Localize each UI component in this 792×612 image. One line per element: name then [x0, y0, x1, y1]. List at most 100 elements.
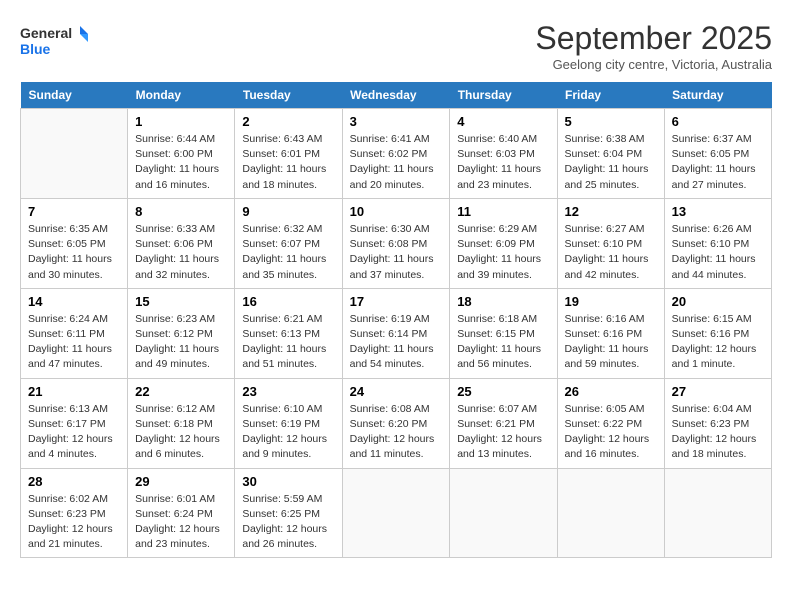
calendar-cell: 11 Sunrise: 6:29 AMSunset: 6:09 PMDayligh… [450, 198, 557, 288]
day-number: 2 [242, 114, 334, 129]
calendar-cell: 29 Sunrise: 6:01 AMSunset: 6:24 PMDayligh… [128, 468, 235, 558]
calendar-cell: 4 Sunrise: 6:40 AMSunset: 6:03 PMDaylight… [450, 109, 557, 199]
calendar-cell: 22 Sunrise: 6:12 AMSunset: 6:18 PMDayligh… [128, 378, 235, 468]
day-number: 11 [457, 204, 549, 219]
day-detail: Sunrise: 6:19 AMSunset: 6:14 PMDaylight:… [350, 312, 443, 373]
calendar-cell: 25 Sunrise: 6:07 AMSunset: 6:21 PMDayligh… [450, 378, 557, 468]
calendar-cell: 9 Sunrise: 6:32 AMSunset: 6:07 PMDaylight… [235, 198, 342, 288]
calendar-cell [450, 468, 557, 558]
month-title: September 2025 [535, 20, 772, 57]
day-number: 12 [565, 204, 657, 219]
calendar-cell: 12Sunrise: 6:27 AMSunset: 6:10 PMDayligh… [557, 198, 664, 288]
header-tuesday: Tuesday [235, 82, 342, 109]
calendar-cell [21, 109, 128, 199]
day-detail: Sunrise: 6:35 AMSunset: 6:05 PMDaylight:… [28, 222, 120, 283]
day-number: 5 [565, 114, 657, 129]
calendar-cell: 18 Sunrise: 6:18 AMSunset: 6:15 PMDayligh… [450, 288, 557, 378]
day-number: 10 [350, 204, 443, 219]
calendar-week-5: 28Sunrise: 6:02 AMSunset: 6:23 PMDayligh… [21, 468, 772, 558]
calendar-cell: 2 Sunrise: 6:43 AMSunset: 6:01 PMDaylight… [235, 109, 342, 199]
calendar-cell: 27Sunrise: 6:04 AMSunset: 6:23 PMDayligh… [664, 378, 771, 468]
day-detail: Sunrise: 5:59 AMSunset: 6:25 PMDaylight:… [242, 492, 334, 553]
day-number: 18 [457, 294, 549, 309]
header-friday: Friday [557, 82, 664, 109]
day-number: 17 [350, 294, 443, 309]
calendar-cell: 28Sunrise: 6:02 AMSunset: 6:23 PMDayligh… [21, 468, 128, 558]
calendar-cell: 15Sunrise: 6:23 AMSunset: 6:12 PMDayligh… [128, 288, 235, 378]
calendar-cell: 23 Sunrise: 6:10 AMSunset: 6:19 PMDayligh… [235, 378, 342, 468]
day-number: 7 [28, 204, 120, 219]
header-saturday: Saturday [664, 82, 771, 109]
day-number: 26 [565, 384, 657, 399]
day-detail: Sunrise: 6:23 AMSunset: 6:12 PMDaylight:… [135, 312, 227, 373]
day-detail: Sunrise: 6:12 AMSunset: 6:18 PMDaylight:… [135, 402, 227, 463]
day-detail: Sunrise: 6:38 AMSunset: 6:04 PMDaylight:… [565, 132, 657, 193]
calendar-cell: 19Sunrise: 6:16 AMSunset: 6:16 PMDayligh… [557, 288, 664, 378]
day-detail: Sunrise: 6:15 AMSunset: 6:16 PMDaylight:… [672, 312, 764, 373]
title-block: September 2025 Geelong city centre, Vict… [535, 20, 772, 72]
calendar-week-2: 7 Sunrise: 6:35 AMSunset: 6:05 PMDaylight… [21, 198, 772, 288]
day-number: 23 [242, 384, 334, 399]
day-number: 1 [135, 114, 227, 129]
day-number: 20 [672, 294, 764, 309]
page-header: General Blue September 2025 Geelong city… [20, 20, 772, 72]
day-detail: Sunrise: 6:44 AMSunset: 6:00 PMDaylight:… [135, 132, 227, 193]
day-detail: Sunrise: 6:24 AMSunset: 6:11 PMDaylight:… [28, 312, 120, 373]
calendar-cell [342, 468, 450, 558]
day-detail: Sunrise: 6:41 AMSunset: 6:02 PMDaylight:… [350, 132, 443, 193]
logo-icon: General Blue [20, 20, 90, 64]
day-number: 29 [135, 474, 227, 489]
day-number: 8 [135, 204, 227, 219]
day-detail: Sunrise: 6:02 AMSunset: 6:23 PMDaylight:… [28, 492, 120, 553]
calendar-cell: 24Sunrise: 6:08 AMSunset: 6:20 PMDayligh… [342, 378, 450, 468]
day-number: 27 [672, 384, 764, 399]
svg-text:General: General [20, 25, 72, 41]
day-number: 25 [457, 384, 549, 399]
location-subtitle: Geelong city centre, Victoria, Australia [535, 57, 772, 72]
day-number: 9 [242, 204, 334, 219]
calendar-cell: 8 Sunrise: 6:33 AMSunset: 6:06 PMDaylight… [128, 198, 235, 288]
day-number: 22 [135, 384, 227, 399]
day-number: 21 [28, 384, 120, 399]
header-thursday: Thursday [450, 82, 557, 109]
day-number: 24 [350, 384, 443, 399]
day-detail: Sunrise: 6:05 AMSunset: 6:22 PMDaylight:… [565, 402, 657, 463]
calendar-cell: 21 Sunrise: 6:13 AMSunset: 6:17 PMDayligh… [21, 378, 128, 468]
calendar-cell [664, 468, 771, 558]
header-sunday: Sunday [21, 82, 128, 109]
calendar-table: SundayMondayTuesdayWednesdayThursdayFrid… [20, 82, 772, 558]
day-number: 13 [672, 204, 764, 219]
day-number: 4 [457, 114, 549, 129]
calendar-week-4: 21 Sunrise: 6:13 AMSunset: 6:17 PMDayligh… [21, 378, 772, 468]
calendar-cell: 13Sunrise: 6:26 AMSunset: 6:10 PMDayligh… [664, 198, 771, 288]
day-detail: Sunrise: 6:21 AMSunset: 6:13 PMDaylight:… [242, 312, 334, 373]
calendar-cell: 14 Sunrise: 6:24 AMSunset: 6:11 PMDayligh… [21, 288, 128, 378]
calendar-cell: 7 Sunrise: 6:35 AMSunset: 6:05 PMDaylight… [21, 198, 128, 288]
day-detail: Sunrise: 6:10 AMSunset: 6:19 PMDaylight:… [242, 402, 334, 463]
day-number: 6 [672, 114, 764, 129]
day-detail: Sunrise: 6:37 AMSunset: 6:05 PMDaylight:… [672, 132, 764, 193]
calendar-cell: 26 Sunrise: 6:05 AMSunset: 6:22 PMDayligh… [557, 378, 664, 468]
header-wednesday: Wednesday [342, 82, 450, 109]
day-detail: Sunrise: 6:18 AMSunset: 6:15 PMDaylight:… [457, 312, 549, 373]
day-number: 3 [350, 114, 443, 129]
calendar-cell: 30 Sunrise: 5:59 AMSunset: 6:25 PMDayligh… [235, 468, 342, 558]
day-detail: Sunrise: 6:40 AMSunset: 6:03 PMDaylight:… [457, 132, 549, 193]
day-detail: Sunrise: 6:01 AMSunset: 6:24 PMDaylight:… [135, 492, 227, 553]
day-detail: Sunrise: 6:07 AMSunset: 6:21 PMDaylight:… [457, 402, 549, 463]
svg-text:Blue: Blue [20, 41, 51, 57]
calendar-cell: 10Sunrise: 6:30 AMSunset: 6:08 PMDayligh… [342, 198, 450, 288]
day-number: 30 [242, 474, 334, 489]
calendar-cell: 17 Sunrise: 6:19 AMSunset: 6:14 PMDayligh… [342, 288, 450, 378]
day-detail: Sunrise: 6:33 AMSunset: 6:06 PMDaylight:… [135, 222, 227, 283]
calendar-week-1: 1 Sunrise: 6:44 AMSunset: 6:00 PMDaylight… [21, 109, 772, 199]
calendar-cell: 1 Sunrise: 6:44 AMSunset: 6:00 PMDaylight… [128, 109, 235, 199]
day-detail: Sunrise: 6:43 AMSunset: 6:01 PMDaylight:… [242, 132, 334, 193]
calendar-header: SundayMondayTuesdayWednesdayThursdayFrid… [21, 82, 772, 109]
calendar-cell [557, 468, 664, 558]
day-number: 14 [28, 294, 120, 309]
logo: General Blue [20, 20, 90, 64]
day-detail: Sunrise: 6:32 AMSunset: 6:07 PMDaylight:… [242, 222, 334, 283]
day-detail: Sunrise: 6:13 AMSunset: 6:17 PMDaylight:… [28, 402, 120, 463]
day-detail: Sunrise: 6:29 AMSunset: 6:09 PMDaylight:… [457, 222, 549, 283]
